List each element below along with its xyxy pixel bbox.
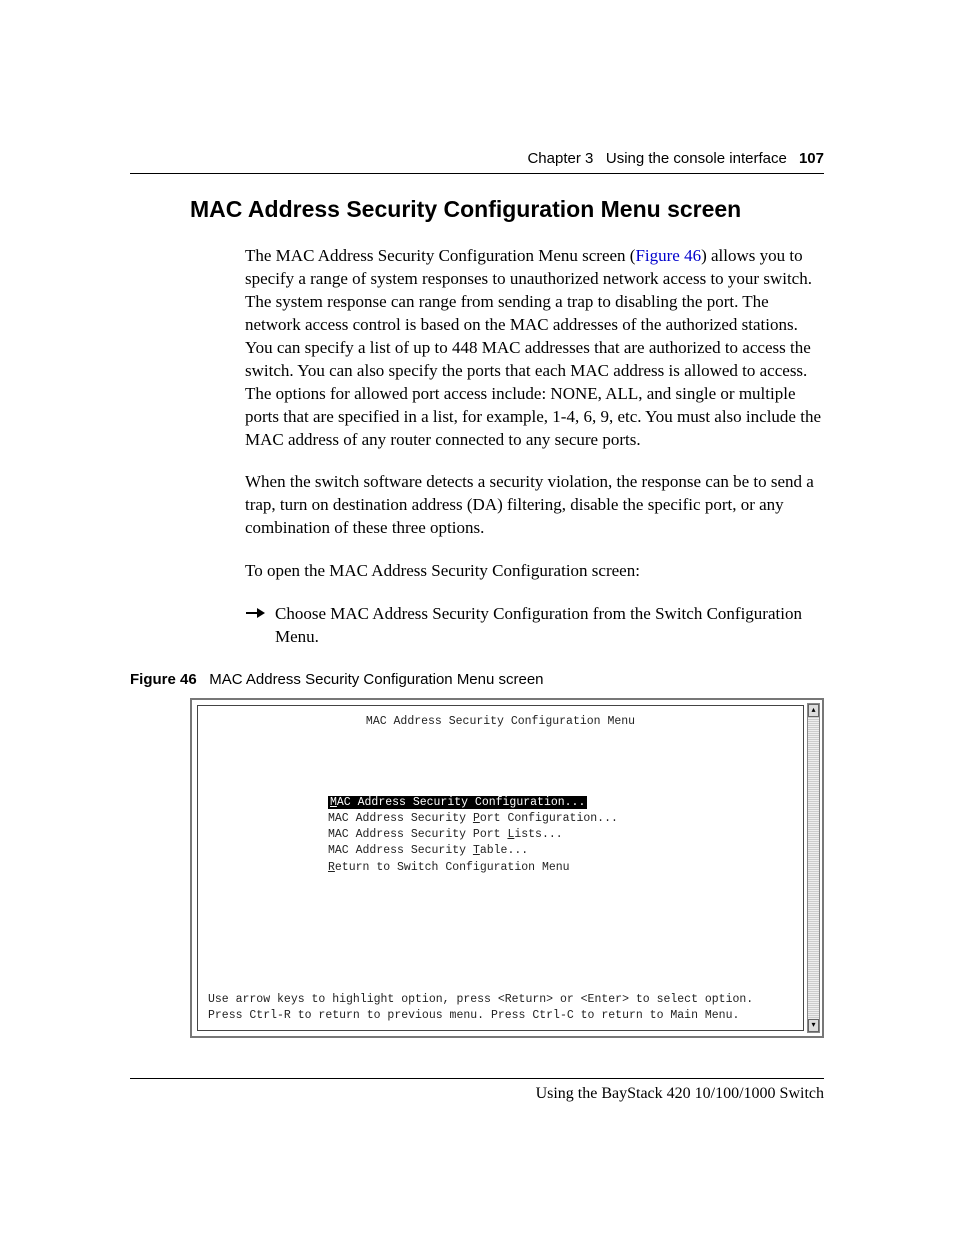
paragraph-3: To open the MAC Address Security Configu…: [245, 560, 824, 583]
terminal-menu-item: MAC Address Security Port Configuration.…: [328, 811, 793, 827]
paragraph-1: The MAC Address Security Configuration M…: [245, 245, 824, 451]
figure-title: MAC Address Security Configuration Menu …: [209, 671, 543, 688]
para1-lead: The MAC Address Security Configuration M…: [245, 246, 635, 265]
running-footer: Using the BayStack 420 10/100/1000 Switc…: [130, 1085, 824, 1103]
document-page: Chapter 3 Using the console interface 10…: [0, 0, 954, 1235]
arrow-right-icon: [245, 606, 265, 620]
running-header: Chapter 3 Using the console interface 10…: [130, 150, 824, 167]
terminal-inner: MAC Address Security Configuration Menu …: [197, 705, 804, 1031]
scroll-down-icon[interactable]: ▾: [808, 1019, 819, 1032]
terminal-menu-item: MAC Address Security Table...: [328, 843, 793, 859]
step-text: Choose MAC Address Security Configuratio…: [275, 603, 824, 649]
terminal-help-line-1: Use arrow keys to highlight option, pres…: [208, 992, 793, 1008]
terminal-help-line-2: Press Ctrl-R to return to previous menu.…: [208, 1008, 793, 1024]
chapter-label: Chapter 3: [527, 150, 593, 167]
terminal-screenshot: MAC Address Security Configuration Menu …: [190, 698, 824, 1038]
scrollbar[interactable]: ▴ ▾: [807, 703, 820, 1033]
figure-label: Figure 46: [130, 671, 197, 688]
page-title: MAC Address Security Configuration Menu …: [190, 196, 824, 223]
figure-reference-link[interactable]: Figure 46: [635, 246, 701, 265]
section-label: Using the console interface: [606, 150, 787, 167]
terminal-title: MAC Address Security Configuration Menu: [208, 714, 793, 730]
para1-tail: ) allows you to specify a range of syste…: [245, 246, 821, 449]
header-rule: [130, 173, 824, 174]
terminal-menu-item: MAC Address Security Configuration...: [328, 795, 793, 811]
procedure-step: Choose MAC Address Security Configuratio…: [245, 603, 824, 649]
scroll-up-icon[interactable]: ▴: [808, 704, 819, 717]
paragraph-2: When the switch software detects a secur…: [245, 471, 824, 540]
footer-rule: [130, 1078, 824, 1079]
terminal-menu: MAC Address Security Configuration...MAC…: [328, 795, 793, 875]
page-number: 107: [799, 150, 824, 167]
terminal-help: Use arrow keys to highlight option, pres…: [208, 992, 793, 1024]
figure-caption: Figure 46 MAC Address Security Configura…: [130, 671, 824, 688]
terminal-menu-item: MAC Address Security Port Lists...: [328, 827, 793, 843]
terminal-menu-item: Return to Switch Configuration Menu: [328, 860, 793, 876]
